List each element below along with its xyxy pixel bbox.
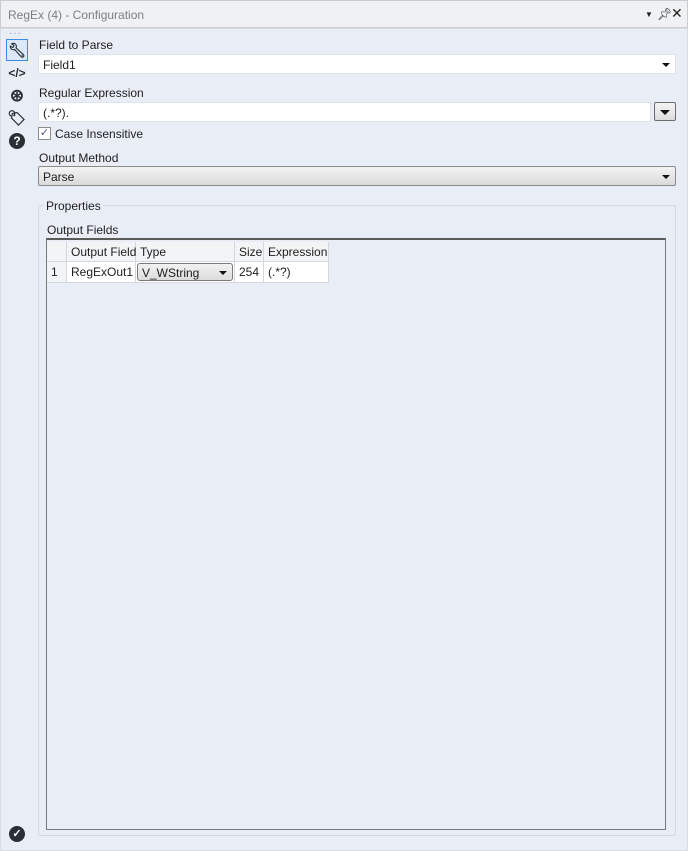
type-cell[interactable]: V_WString — [136, 262, 235, 283]
row-number: 1 — [47, 262, 67, 283]
case-insensitive-label: Case Insensitive — [55, 127, 144, 141]
output-field-cell[interactable]: RegExOut1 — [67, 262, 136, 283]
output-method-label: Output Method — [39, 151, 119, 165]
chevron-down-icon — [219, 271, 227, 275]
tag-icon[interactable]: 🏷︎ — [6, 107, 28, 129]
field-to-parse-label: Field to Parse — [39, 38, 114, 52]
window-title: RegEx (4) - Configuration — [8, 8, 145, 22]
code-icon[interactable]: </> — [6, 62, 28, 84]
compass-icon[interactable]: ⊛ — [6, 85, 28, 107]
expression-cell[interactable]: (.*?) — [264, 262, 329, 283]
output-method-dropdown[interactable]: Parse — [38, 166, 676, 186]
dropdown-icon[interactable]: ▼ — [645, 10, 653, 19]
wrench-icon[interactable]: 🔧︎ — [6, 39, 28, 61]
output-fields-label: Output Fields — [47, 223, 119, 237]
regex-label: Regular Expression — [39, 86, 144, 100]
regex-value: (.*?). — [43, 106, 70, 120]
output-fields-grid: Output Field Type Size Expression 1 RegE… — [46, 238, 666, 830]
pin-icon[interactable]: 📌︎ — [657, 7, 672, 21]
check-circle-icon[interactable]: ✓ — [6, 823, 28, 845]
size-cell[interactable]: 254 — [235, 262, 264, 283]
case-insensitive-checkbox[interactable]: ✓ — [38, 127, 51, 140]
chevron-down-icon — [660, 110, 670, 115]
help-icon[interactable]: ? — [6, 130, 28, 152]
title-bar: RegEx (4) - Configuration ▼ 📌︎ ✕ — [0, 0, 688, 28]
type-dropdown[interactable]: V_WString — [137, 263, 233, 281]
field-to-parse-value: Field1 — [43, 58, 76, 72]
grip-icon: ··· — [9, 28, 22, 39]
row-header-corner — [47, 242, 67, 262]
chevron-down-icon — [662, 63, 670, 67]
chevron-down-icon — [662, 175, 670, 179]
column-header-output-field[interactable]: Output Field — [67, 242, 136, 262]
regex-menu-button[interactable] — [654, 102, 676, 121]
column-header-type[interactable]: Type — [136, 242, 235, 262]
column-header-size[interactable]: Size — [235, 242, 264, 262]
type-value: V_WString — [142, 266, 200, 280]
field-to-parse-dropdown[interactable]: Field1 — [38, 54, 676, 74]
close-icon[interactable]: ✕ — [671, 5, 683, 22]
output-method-value: Parse — [43, 170, 75, 184]
regex-input[interactable]: (.*?). — [38, 102, 651, 122]
properties-label: Properties — [44, 199, 103, 213]
column-header-expression[interactable]: Expression — [264, 242, 329, 262]
